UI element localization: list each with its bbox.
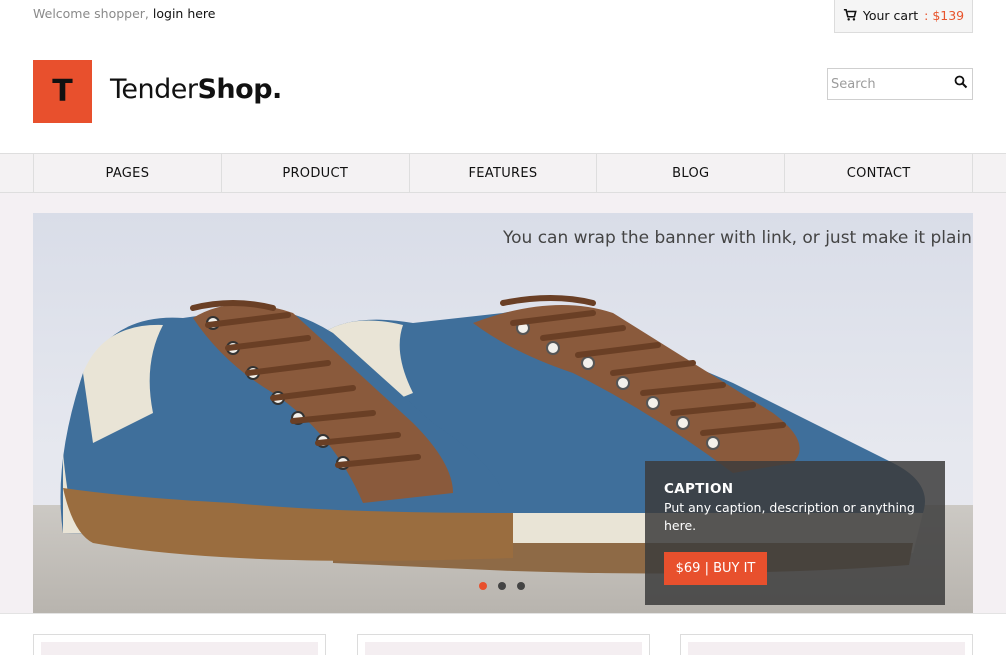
search-icon[interactable] (954, 75, 968, 89)
banner-headline: You can wrap the banner with link, or ju… (503, 228, 972, 248)
cart-button[interactable]: Your cart : $139 (834, 0, 973, 33)
nav-item-product[interactable]: PRODUCT (222, 154, 410, 192)
search-input[interactable] (828, 69, 948, 99)
buy-it-button[interactable]: $69 | BUY IT (664, 552, 767, 585)
brand-name[interactable]: TenderShop. (110, 74, 282, 105)
cart-icon (843, 8, 857, 21)
nav-item-blog[interactable]: BLOG (597, 154, 786, 192)
featured-section (0, 613, 1006, 655)
cart-label: Your cart (862, 7, 919, 23)
nav-item-pages[interactable]: PAGES (34, 154, 222, 192)
cart-total: : $139 (924, 7, 965, 23)
caption-box: CAPTION Put any caption, description or … (645, 461, 945, 605)
slider-dot-1[interactable] (479, 582, 487, 590)
caption-title: CAPTION (664, 481, 734, 497)
nav-item-contact[interactable]: CONTACT (785, 154, 973, 192)
featured-card-3[interactable] (680, 634, 973, 655)
featured-card-2[interactable] (357, 634, 650, 655)
login-link[interactable]: login here (153, 6, 216, 21)
nav-item-features[interactable]: FEATURES (410, 154, 598, 192)
brand-bold: Shop. (197, 74, 282, 105)
caption-description: Put any caption, description or anything… (664, 500, 915, 533)
slider-dots (479, 582, 525, 590)
featured-card-1[interactable] (33, 634, 326, 655)
search-box (827, 68, 973, 100)
brand-regular: Tender (110, 74, 198, 105)
main-nav: PAGES PRODUCT FEATURES BLOG CONTACT (0, 153, 1006, 193)
hero-banner[interactable]: You can wrap the banner with link, or ju… (33, 213, 973, 613)
slider-dot-3[interactable] (517, 582, 525, 590)
logo-letter: T (52, 73, 73, 109)
welcome-text: Welcome shopper, (33, 6, 149, 21)
logo-mark[interactable]: T (33, 60, 92, 123)
slider-dot-2[interactable] (498, 582, 506, 590)
welcome-message: Welcome shopper, login here (33, 6, 215, 21)
